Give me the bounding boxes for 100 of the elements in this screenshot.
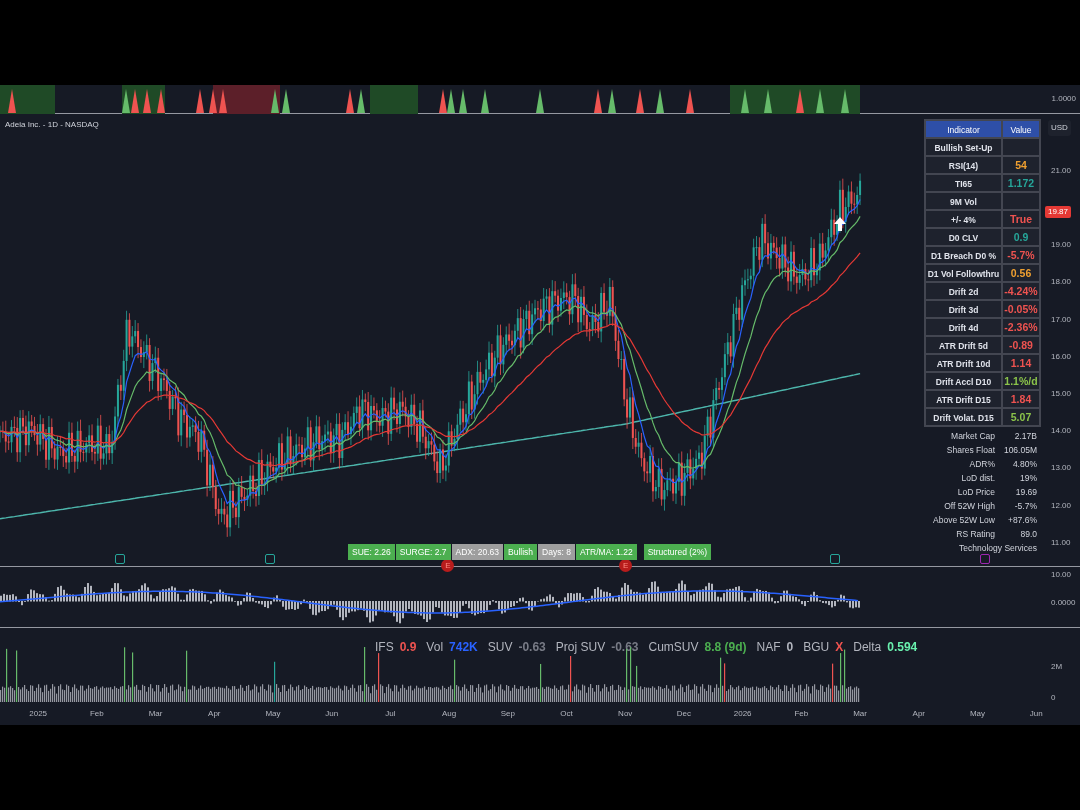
legend-label: Proj SUV [555,639,606,656]
cell-value: 1.14 [1010,357,1032,369]
cell-value: 5.07 [1010,411,1032,423]
status-badge: SURGE: 2.7 [395,544,451,560]
price-axis-label: 12.00 [1051,499,1072,512]
time-axis-label: Sep [500,708,515,720]
legend-value: -0.63 [518,639,546,656]
price-axis-label: 15.00 [1051,388,1072,400]
price-axis-label: 17.00 [1051,313,1072,326]
legend-value: 742K [449,639,478,656]
price-axis-label: 19.00 [1051,239,1072,252]
stat-label: RS Rating [956,528,995,540]
stat-label: LoD dist. [961,472,995,484]
time-axis-label: Oct [560,708,573,720]
legend-label: Delta [853,639,882,656]
table-header-cell: Value [1002,120,1040,138]
table-cell: D1 Vol Followthru [925,264,1002,282]
stat-label: LoD Price [957,486,995,498]
currency-label: USD [1048,120,1071,136]
status-badge: Bullish [504,544,538,560]
stat-label: Off 52W High [944,500,995,512]
time-axis-label: Mar [148,708,163,720]
legend-label: IFS [375,639,394,656]
time-axis-label: Apr [912,708,925,720]
stat-value: 19% [1019,472,1037,484]
legend-value: -0.63 [611,639,639,656]
stat-value: 4.80% [1011,458,1037,470]
legend-label: CumSUV [648,639,699,656]
time-axis-label: May [969,708,986,720]
time-axis-label: Apr [208,708,221,720]
legend-label: NAF [756,639,781,656]
time-axis-label: May [265,708,281,720]
cell-value: -2.36% [1004,321,1038,333]
cell-value: -0.05% [1004,303,1038,315]
cell-value: -4.24% [1004,285,1038,297]
table-cell: Drift Accl D10 [925,372,1002,390]
status-badge: Structured (2%) [643,544,712,560]
table-cell: +/- 4% [925,210,1002,228]
cell-value: 0.9 [1013,231,1029,243]
cell-value: -5.7% [1007,249,1035,261]
stat-value: +87.6% [1006,514,1037,526]
time-axis-label: Jul [385,708,396,720]
table-header-cell: Indicator [925,120,1002,138]
axis-label: 1.0000 [1051,93,1076,105]
legend-label: SUV [487,639,513,656]
stat-value: 19.69 [1014,486,1037,498]
time-axis-label: Nov [618,708,633,720]
table-cell: RSI(14) [925,156,1002,174]
cell-value: True [1009,213,1033,225]
time-axis-label: Aug [442,708,457,720]
stat-value: 2.17B [1013,430,1037,442]
cell-value: 1.84 [1010,393,1032,405]
legend-label: BGU [803,639,830,656]
table-cell: Drift 2d [925,282,1002,300]
stat-label: Technology Services [959,542,1037,554]
legend-label: Vol [426,639,444,656]
price-axis-label: 13.00 [1051,462,1072,475]
legend-value: 0 [786,639,794,656]
status-badge: Days: 8 [538,544,575,560]
stat-value: 89.0 [1019,528,1037,540]
time-axis-label: Jun [325,708,339,720]
price-axis-label: 21.00 [1051,164,1072,177]
table-cell: Drift 3d [925,300,1002,318]
price-axis-label: 14.00 [1051,425,1072,438]
cell-value: 1.1%/d [1004,375,1038,387]
time-axis-label: 2025 [29,708,48,720]
legend-value: 0.594 [887,639,918,656]
price-axis-label: 11.00 [1051,536,1071,549]
chart-title: Adeia Inc. - 1D - NASDAQ [5,119,99,131]
cell-value: -0.89 [1009,339,1033,351]
table-cell: D0 CLV [925,228,1002,246]
stat-label: ADR% [969,458,995,470]
table-cell: D1 Breach D0 % [925,246,1002,264]
time-axis-label: Mar [853,708,867,720]
table-cell: Drift 4d [925,318,1002,336]
time-axis-label: Jun [1029,708,1043,720]
last-price-tag: 19.87 [1045,205,1072,218]
table-cell: Drift Volat. D15 [925,408,1002,426]
stat-label: Market Cap [951,430,995,442]
cell-value: 1.172 [1007,177,1035,189]
status-badge: SUE: 2.26 [348,544,395,560]
arrow-up-icon [834,217,846,231]
table-cell: TI65 [925,174,1002,192]
table-cell: ATR Drift 5d [925,336,1002,354]
stat-value: 106.05M [1002,444,1037,456]
axis-label: 0.0000 [1051,597,1077,609]
table-cell: Bullish Set-Up [925,138,1002,156]
legend-value: 8.8 (9d) [704,639,747,656]
status-badge: ADX: 20.63 [451,544,503,560]
cell-value: 0.56 [1010,267,1032,279]
axis-label: 0 [1051,692,1057,704]
time-axis-label: 2026 [733,708,752,720]
stat-label: Above 52W Low [933,514,995,526]
table-cell: ATR Drift 10d [925,354,1002,372]
price-axis-label: 16.00 [1051,350,1072,363]
axis-label: 10.00 [1051,569,1073,581]
axis-label: 2M [1051,661,1064,673]
time-axis-label: Feb [89,708,104,720]
time-axis-label: Dec [676,708,692,720]
stat-value: -5.7% [1013,500,1037,512]
